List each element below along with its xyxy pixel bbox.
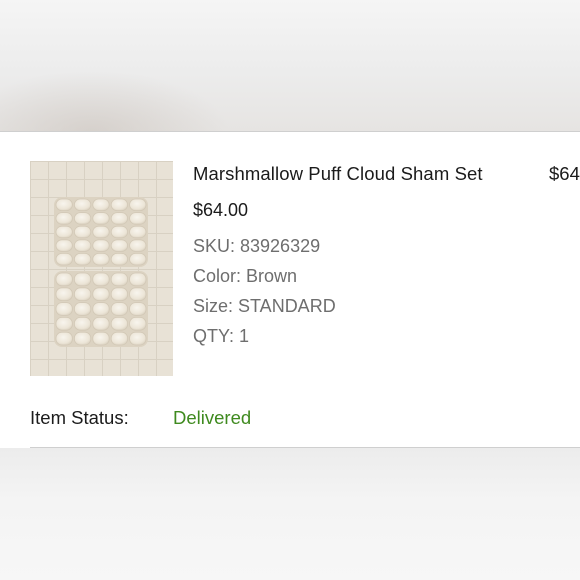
order-item-card: Marshmallow Puff Cloud Sham Set $64 $64.… (0, 131, 580, 449)
item-status-label: Item Status: (30, 407, 129, 428)
product-qty: QTY: 1 (193, 326, 250, 346)
product-size: Size: STANDARD (193, 296, 336, 316)
product-title[interactable]: Marshmallow Puff Cloud Sham Set (193, 163, 483, 185)
item-status-row: Item Status: Delivered (30, 407, 251, 429)
price-column-value: $64 (549, 163, 580, 184)
product-photo-icon (30, 161, 173, 376)
product-price: $64.00 (193, 200, 249, 220)
product-thumbnail[interactable] (30, 161, 173, 376)
item-status-value: Delivered (173, 407, 252, 428)
product-sku: SKU: 83926329 (193, 236, 321, 256)
background-top (0, 0, 580, 132)
background-bottom (0, 448, 580, 580)
product-color: Color: Brown (193, 266, 298, 286)
